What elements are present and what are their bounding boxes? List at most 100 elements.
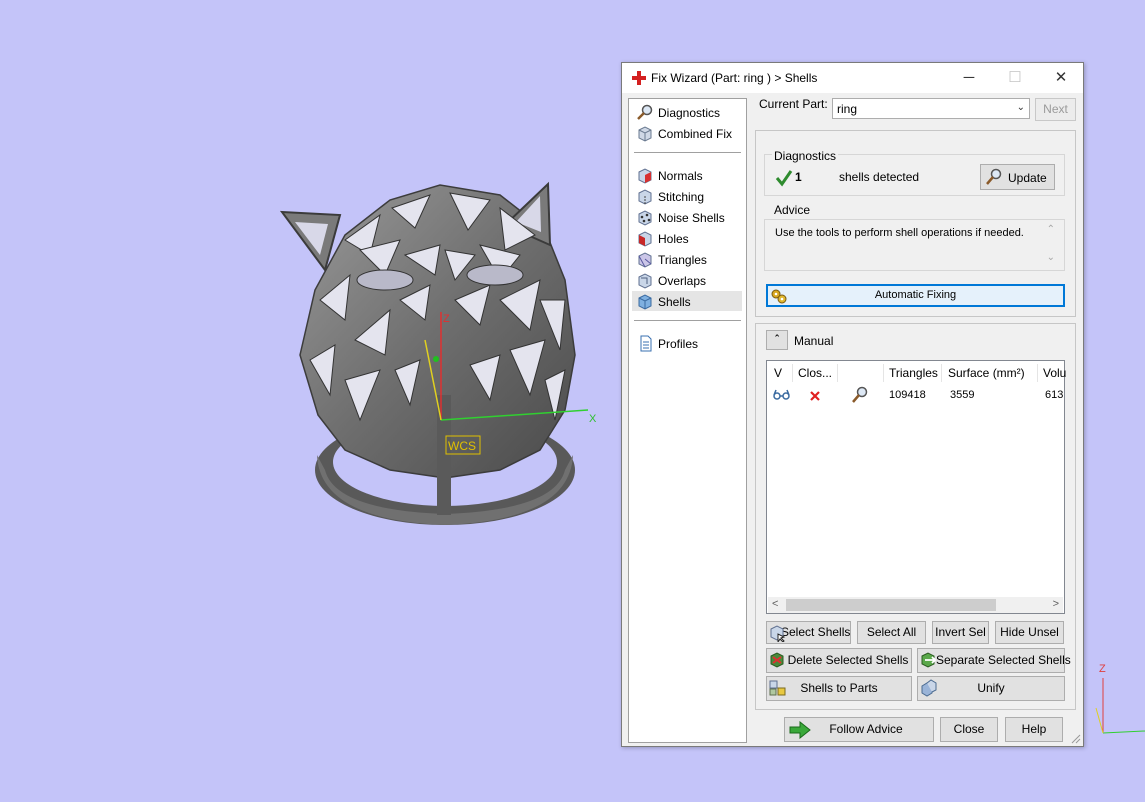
- nav-label: Noise Shells: [658, 211, 725, 225]
- automatic-fixing-label: Automatic Fixing: [874, 289, 957, 301]
- shells-detected-text: shells detected: [839, 170, 920, 184]
- close-button[interactable]: Close: [940, 717, 998, 742]
- column-header-visible[interactable]: V: [774, 366, 782, 380]
- nav-label: Overlaps: [658, 274, 707, 288]
- close-window-button[interactable]: ✕: [1038, 63, 1084, 93]
- advice-box: Use the tools to perform shell operation…: [764, 219, 1065, 271]
- nav-item-triangles[interactable]: Triangles: [632, 249, 742, 269]
- magnifier-icon[interactable]: [851, 386, 869, 404]
- title-bar[interactable]: Fix Wizard (Part: ring ) > Shells ─ ☐ ✕: [622, 63, 1083, 93]
- follow-advice-button[interactable]: Follow Advice: [784, 717, 934, 742]
- document-icon: [640, 335, 652, 352]
- cell-triangles: 109418: [889, 389, 926, 401]
- resize-grip-icon[interactable]: [1071, 734, 1081, 744]
- advice-text: Use the tools to perform shell operation…: [775, 227, 1024, 239]
- horizontal-scrollbar[interactable]: < >: [768, 597, 1063, 613]
- nav-item-overlaps[interactable]: Overlaps: [632, 270, 742, 290]
- delete-cube-icon: [770, 652, 784, 668]
- nav-label: Shells: [658, 295, 691, 309]
- delete-selected-shells-label: Delete Selected Shells: [787, 653, 909, 667]
- double-chevron-up-icon[interactable]: ˆ: [766, 330, 788, 350]
- nav-item-combined-fix[interactable]: Combined Fix: [632, 123, 742, 143]
- red-cross-icon: [632, 71, 646, 85]
- select-cube-icon: [770, 625, 786, 642]
- diagnostics-title: Diagnostics: [772, 149, 839, 163]
- dialog-title: Fix Wizard (Part: ring ) > Shells: [651, 71, 818, 85]
- update-label: Update: [1008, 171, 1047, 185]
- nav-divider: [634, 320, 741, 321]
- separate-selected-shells-label: Separate Selected Shells: [936, 653, 1071, 667]
- green-arrow-right-icon: [789, 721, 811, 739]
- scrollbar-thumb[interactable]: [786, 599, 996, 611]
- shells-table[interactable]: V Clos... Triangles Surface (mm²) Volu 1…: [766, 360, 1066, 614]
- nav-label: Holes: [658, 232, 689, 246]
- shells-to-parts-button[interactable]: Shells to Parts: [766, 676, 912, 701]
- manual-title: Manual: [794, 334, 834, 348]
- unify-button[interactable]: Unify: [917, 676, 1065, 701]
- scroll-down-icon[interactable]: ⌄: [1047, 252, 1055, 263]
- next-button[interactable]: Next: [1035, 98, 1076, 121]
- shells-to-parts-label: Shells to Parts: [800, 681, 878, 695]
- separate-selected-shells-button[interactable]: Separate Selected Shells: [917, 648, 1071, 673]
- cell-volume: 613: [1045, 389, 1064, 401]
- magnifier-icon: [986, 168, 1002, 185]
- shells-count: 1: [795, 170, 802, 184]
- select-shells-button[interactable]: Select Shells: [766, 621, 851, 644]
- column-header-volume[interactable]: Volu: [1043, 366, 1066, 380]
- corner-z-label: Z: [1099, 663, 1106, 675]
- wcs-label: WCS: [448, 439, 476, 453]
- minimize-button[interactable]: ─: [946, 63, 992, 93]
- chevron-down-icon: ⌄: [1016, 102, 1025, 113]
- delete-selected-shells-button[interactable]: Delete Selected Shells: [766, 648, 912, 673]
- normals-cube-icon: [638, 168, 652, 184]
- triangles-cube-icon: [638, 252, 652, 268]
- current-part-dropdown[interactable]: ring ⌄: [832, 98, 1030, 119]
- column-divider: [792, 364, 793, 382]
- column-divider: [883, 364, 884, 382]
- wizard-nav-panel: Diagnostics Combined Fix Normals Stitchi…: [628, 98, 747, 743]
- nav-item-shells[interactable]: Shells: [632, 291, 742, 311]
- unify-label: Unify: [977, 681, 1005, 695]
- column-divider: [837, 364, 838, 382]
- current-part-label: Current Part:: [759, 97, 828, 111]
- update-button[interactable]: Update: [980, 164, 1055, 190]
- nav-item-holes[interactable]: Holes: [632, 228, 742, 248]
- automatic-fixing-button[interactable]: Automatic Fixing: [766, 284, 1065, 307]
- nav-item-stitching[interactable]: Stitching: [632, 186, 742, 206]
- nav-item-normals[interactable]: Normals: [632, 165, 742, 185]
- hide-unselected-button[interactable]: Hide Unsel: [995, 621, 1064, 644]
- invert-selection-button[interactable]: Invert Sel: [932, 621, 989, 644]
- advice-title: Advice: [772, 203, 813, 217]
- column-header-triangles[interactable]: Triangles: [889, 366, 938, 380]
- scroll-left-icon[interactable]: <: [772, 598, 778, 610]
- scroll-up-icon[interactable]: ⌃: [1047, 224, 1055, 235]
- shells-cube-icon: [638, 294, 652, 310]
- help-button[interactable]: Help: [1005, 717, 1063, 742]
- nav-item-diagnostics[interactable]: Diagnostics: [632, 102, 742, 122]
- nav-label: Diagnostics: [658, 106, 721, 120]
- x-axis-label: X: [589, 413, 597, 425]
- follow-advice-label: Follow Advice: [829, 722, 903, 736]
- nav-item-noise-shells[interactable]: Noise Shells: [632, 207, 742, 227]
- shells-to-parts-icon: [769, 680, 786, 696]
- holes-cube-icon: [638, 231, 652, 247]
- red-x-icon: [810, 391, 820, 401]
- nav-label: Profiles: [658, 337, 699, 351]
- column-header-surface[interactable]: Surface (mm²): [948, 366, 1025, 380]
- nav-label: Triangles: [658, 253, 707, 267]
- cell-surface: 3559: [950, 389, 975, 401]
- z-axis-label: Z: [443, 313, 450, 325]
- nav-label: Stitching: [658, 190, 705, 204]
- column-divider: [941, 364, 942, 382]
- select-all-button[interactable]: Select All: [857, 621, 926, 644]
- magnifier-icon: [637, 104, 653, 120]
- column-header-closed[interactable]: Clos...: [798, 366, 832, 380]
- scroll-right-icon[interactable]: >: [1053, 598, 1059, 610]
- glasses-icon[interactable]: [773, 389, 791, 401]
- stitching-cube-icon: [638, 189, 652, 205]
- checkmark-icon: [775, 170, 793, 187]
- overlaps-cube-icon: [638, 273, 652, 289]
- nav-item-profiles[interactable]: Profiles: [632, 333, 742, 353]
- nav-label: Combined Fix: [658, 127, 733, 141]
- maximize-button[interactable]: ☐: [992, 63, 1038, 93]
